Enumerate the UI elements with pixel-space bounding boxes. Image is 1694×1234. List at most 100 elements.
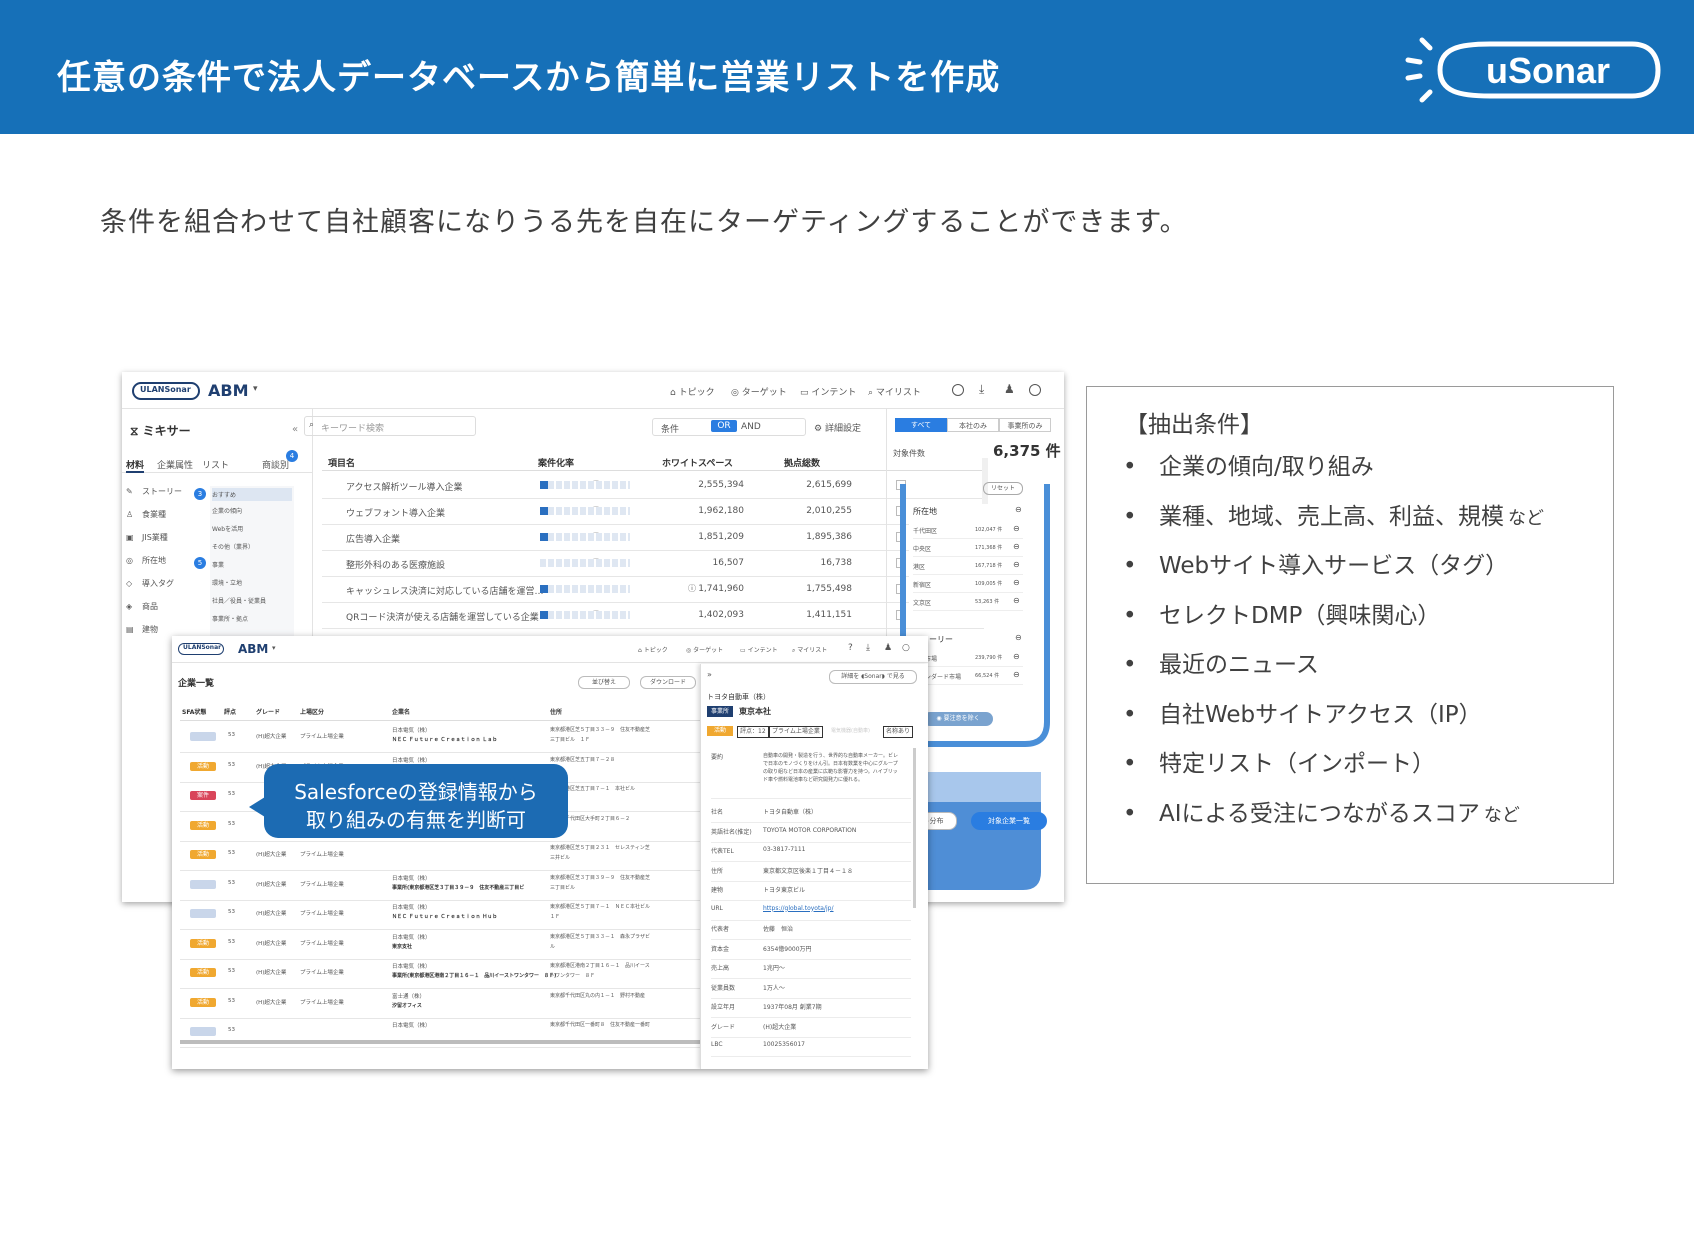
collapse-icon[interactable]: ⊖ [1015, 633, 1022, 642]
remove-icon[interactable]: ⊖ [1013, 578, 1020, 587]
or-button[interactable]: OR [711, 420, 737, 432]
download-button[interactable]: ダウンロード [640, 676, 696, 689]
category-icon: ◈ [126, 602, 133, 611]
tab-hq-only[interactable]: 本社のみ [947, 418, 999, 432]
user-icon[interactable]: ○ [902, 643, 910, 653]
nav-intent[interactable]: ▭ インテント [800, 385, 856, 398]
tab-all[interactable]: すべて [895, 418, 947, 432]
download-icon[interactable]: ⤓ [866, 643, 870, 653]
tab-branch-only[interactable]: 事業所のみ [999, 418, 1051, 432]
nav-mylist[interactable]: ⌕ マイリスト [868, 385, 921, 398]
help-icon[interactable]: ? [848, 643, 853, 653]
usonar-logo: uSonar [1405, 37, 1661, 103]
bullet-icon: • [1123, 553, 1137, 579]
location-item[interactable]: 新宿区 109,005 件 ⊖ [913, 576, 1023, 593]
user-icon[interactable] [1029, 384, 1041, 396]
target-count-label: 対象件数 [893, 449, 925, 458]
nav-mylist[interactable]: ⌕ マイリスト [792, 645, 827, 655]
table-row[interactable]: 整形外科のある医療施設ⓘ16,50716,738 [322, 550, 984, 577]
deals-badge: 4 [286, 450, 298, 462]
tab-attributes[interactable]: 企業属性 [157, 458, 193, 471]
exclude-caution-button[interactable]: ◉ 要注意を除く [923, 712, 993, 726]
subcategory-item[interactable]: 事業所・拠点 [212, 614, 248, 623]
condition-item: • 業種、地域、売上高、利益、規模 など [1123, 503, 1544, 530]
category-icon: ✎ [126, 487, 133, 496]
app-name[interactable]: ABM [208, 381, 249, 400]
conversion-rate-bar [540, 507, 630, 515]
remove-icon[interactable]: ⊖ [1013, 652, 1020, 661]
story-item[interactable]: スタンダード市場 66,524 件 ⊖ [913, 668, 1023, 685]
app-name[interactable]: ABM [238, 642, 268, 656]
table-row[interactable]: アクセス解析ツール導入企業ⓘ2,555,3942,615,699 [322, 472, 984, 499]
remove-icon[interactable]: ⊖ [1013, 596, 1020, 605]
sfa-status-badge [190, 1027, 216, 1036]
nav-topic[interactable]: ⌂ トピック [638, 645, 668, 654]
target-list-button[interactable]: 対象企業一覧 [971, 812, 1047, 830]
chevron-down-icon[interactable]: ▾ [272, 644, 276, 652]
table-row[interactable]: 広告導入企業ⓘ1,851,2091,895,386 [322, 524, 984, 551]
bullet-icon: • [1123, 454, 1137, 480]
sidebar-category[interactable]: ◈ 商品 [126, 601, 158, 612]
subcategory-item[interactable]: その他（業界） [212, 542, 254, 551]
sidebar-category[interactable]: ▣ JIS業種 [126, 532, 168, 543]
tab-list[interactable]: リスト [202, 458, 229, 471]
bullet-icon: • [1123, 602, 1137, 629]
score-chip: 評点：12 [737, 726, 769, 738]
reset-button[interactable]: リセット [983, 482, 1023, 495]
bullet-icon: • [1123, 701, 1137, 728]
chevron-down-icon[interactable]: ▾ [253, 384, 258, 394]
sfa-status-badge [190, 732, 216, 741]
sort-button[interactable]: 並び替え [578, 676, 630, 689]
nav-topic[interactable]: ⌂ トピック [670, 385, 715, 398]
bell-icon[interactable]: ♟ [1004, 382, 1015, 396]
location-item[interactable]: 文京区 53,263 件 ⊖ [913, 594, 1023, 611]
table-row[interactable]: QRコード決済が使える店舗を運営している企業ⓘ1,402,0931,411,15… [322, 602, 984, 629]
sfa-status-badge: 活動 [190, 761, 216, 771]
detail-field: 住所 東京都文京区後楽１丁目４－１８ [711, 861, 911, 882]
sidebar-category[interactable]: ◇ 導入タグ [126, 578, 174, 589]
name-chip: 名称あり [883, 726, 914, 738]
remove-icon[interactable]: ⊖ [1013, 560, 1020, 569]
expand-icon[interactable]: » [707, 670, 712, 679]
collapse-icon[interactable]: « [292, 424, 298, 435]
view-in-sonar-button[interactable]: 詳細を ◖Sonar◗ で見る [829, 670, 917, 684]
subcategory-item[interactable]: Webを活用 [212, 524, 243, 533]
location-item[interactable]: 千代田区 102,047 件 ⊖ [913, 522, 1023, 539]
story-item[interactable]: 成長市場239,790 件⊖ [913, 650, 1023, 667]
nav-target[interactable]: ◎ ターゲット [731, 385, 787, 398]
remove-icon[interactable]: ⊖ [1013, 670, 1020, 679]
collapse-icon[interactable]: ⊖ [1015, 505, 1022, 514]
table-row[interactable]: ウェブフォント導入企業ⓘ1,962,1802,010,255 [322, 498, 984, 525]
subcategory-item[interactable]: 環境・立地 [212, 578, 242, 587]
tab-material[interactable]: 材料 [126, 458, 145, 473]
detail-setting-link[interactable]: ⚙ 詳細設定 [814, 421, 861, 434]
subcategory-item[interactable]: 社員／役員・従業員 [212, 596, 266, 605]
sidebar-category[interactable]: ◎ 所在地 [126, 555, 166, 566]
search-input[interactable]: ⌕ キーワード検索 [304, 416, 476, 436]
mixer-title: ⧖ ミキサー [130, 424, 191, 438]
subcategory-item[interactable]: 企業の傾向 [212, 506, 242, 515]
bell-icon[interactable]: ♟ [884, 643, 892, 653]
remove-icon[interactable]: ⊖ [1013, 542, 1020, 551]
subcategory-item[interactable]: 事業 [212, 560, 224, 569]
sidebar-category[interactable]: ✎ ストーリー [126, 486, 182, 497]
subcategory-item[interactable]: おすすめ [212, 488, 292, 501]
tab-deals[interactable]: 商談別 [262, 458, 289, 471]
nav-intent[interactable]: ▭ インテント [740, 645, 778, 654]
app-logo[interactable]: ULANSonar [132, 382, 200, 400]
detail-scrollbar[interactable] [913, 748, 916, 908]
app-logo[interactable]: ULANSonar [178, 643, 224, 655]
sidebar-category[interactable]: ▤ 建物 [126, 624, 158, 635]
location-item[interactable]: 中央区 171,368 件 ⊖ [913, 540, 1023, 557]
sfa-status-badge [190, 879, 216, 889]
help-icon[interactable] [952, 384, 964, 396]
location-item[interactable]: 港区 167,718 件 ⊖ [913, 558, 1023, 575]
sidebar-category[interactable]: ♙ 食業種 [126, 509, 166, 520]
detail-field: 代表TEL 03-3817-7111 [711, 841, 911, 862]
table-row[interactable]: キャッシュレス決済に対応している店舗を運営… ⓘ 1,741,960 1,755,49… [322, 576, 984, 603]
and-button[interactable]: AND [741, 422, 761, 432]
nav-target[interactable]: ◎ ターゲット [686, 645, 723, 654]
download-icon[interactable]: ⤓ [979, 382, 984, 397]
horizontal-scrollbar[interactable] [180, 1040, 700, 1044]
remove-icon[interactable]: ⊖ [1013, 524, 1020, 533]
